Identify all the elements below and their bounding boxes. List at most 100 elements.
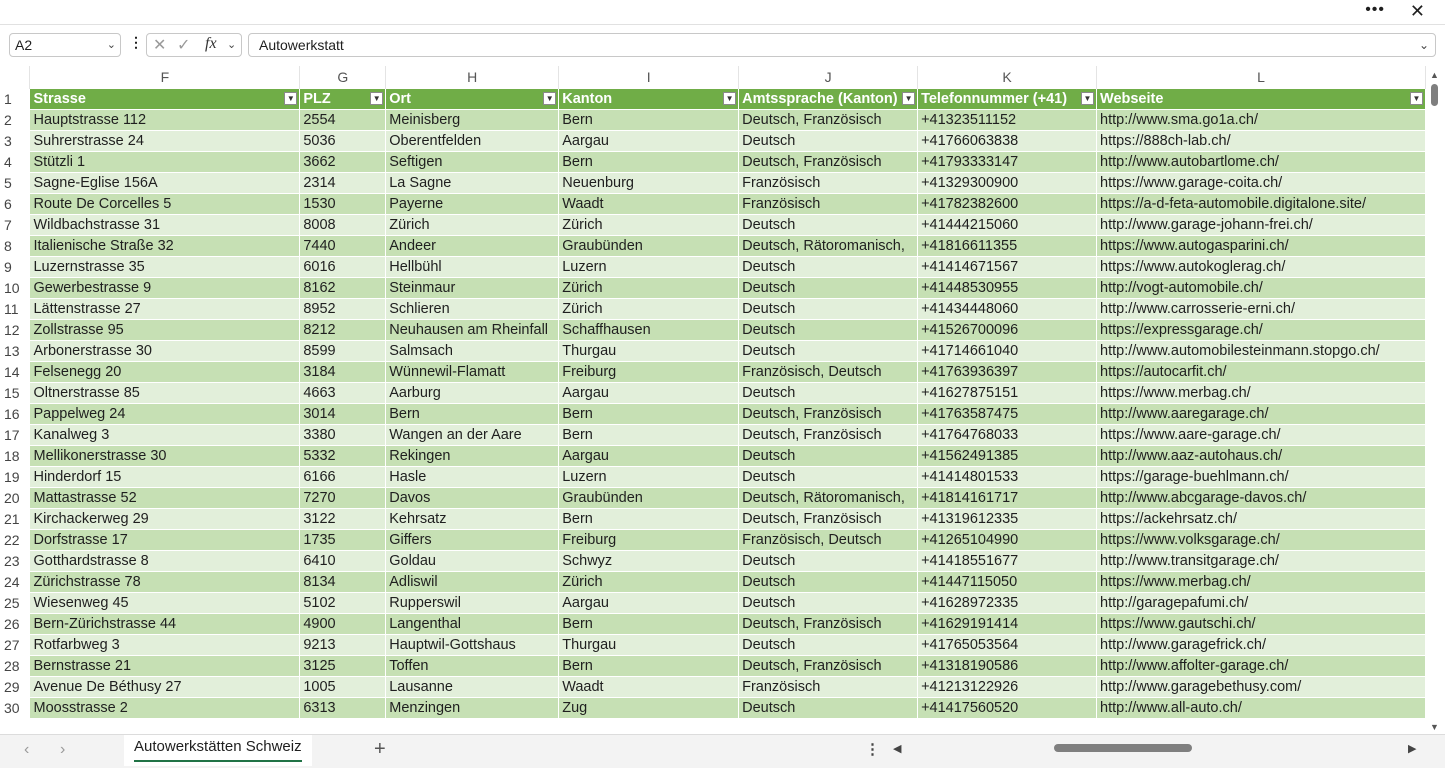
row-header[interactable]: 8: [0, 235, 30, 256]
table-cell[interactable]: Deutsch: [738, 255, 919, 278]
table-cell[interactable]: Deutsch: [738, 381, 919, 404]
scroll-right-icon[interactable]: ▶: [1408, 742, 1416, 755]
table-cell[interactable]: Salmsach: [385, 339, 560, 362]
table-cell[interactable]: Gotthardstrasse 8: [29, 549, 301, 572]
row-header[interactable]: 22: [0, 529, 30, 550]
table-cell[interactable]: 3014: [299, 402, 387, 425]
row-header[interactable]: 4: [0, 151, 30, 172]
table-cell[interactable]: Wangen an der Aare: [385, 423, 560, 446]
table-cell[interactable]: 2554: [299, 108, 387, 131]
table-cell[interactable]: +41319612335: [917, 507, 1098, 530]
more-options-icon[interactable]: •••: [1365, 0, 1385, 20]
table-cell[interactable]: https://www.autokoglerag.ch/: [1096, 255, 1426, 278]
table-cell[interactable]: Zürich: [385, 213, 560, 236]
table-cell[interactable]: +41213122926: [917, 675, 1098, 698]
column-header-j[interactable]: J: [738, 66, 919, 88]
table-cell[interactable]: http://garagepafumi.ch/: [1096, 591, 1426, 614]
row-header[interactable]: 24: [0, 571, 30, 592]
table-cell[interactable]: Deutsch: [738, 129, 919, 152]
table-cell[interactable]: Thurgau: [558, 339, 740, 362]
table-cell[interactable]: Deutsch, Rätoromanisch,: [738, 234, 919, 257]
table-cell[interactable]: Meinisberg: [385, 108, 560, 131]
row-header[interactable]: 3: [0, 130, 30, 151]
table-cell[interactable]: Aargau: [558, 444, 740, 467]
filter-dropdown-icon[interactable]: ▼: [284, 91, 298, 105]
table-cell[interactable]: 6410: [299, 549, 387, 572]
row-header[interactable]: 2: [0, 109, 30, 130]
table-cell[interactable]: Mellikonerstrasse 30: [29, 444, 301, 467]
header-cell[interactable]: Ort ▼: [385, 87, 560, 110]
table-cell[interactable]: Deutsch: [738, 297, 919, 320]
table-cell[interactable]: Steinmaur: [385, 276, 560, 299]
table-cell[interactable]: 5102: [299, 591, 387, 614]
row-header[interactable]: 25: [0, 592, 30, 613]
table-cell[interactable]: Bern: [558, 150, 740, 173]
table-cell[interactable]: Zug: [558, 696, 740, 719]
table-cell[interactable]: Kanalweg 3: [29, 423, 301, 446]
table-cell[interactable]: http://www.automobilesteinmann.stopgo.ch…: [1096, 339, 1426, 362]
cancel-icon[interactable]: ✕: [153, 35, 166, 55]
table-cell[interactable]: Bern: [385, 402, 560, 425]
table-cell[interactable]: http://vogt-automobile.ch/: [1096, 276, 1426, 299]
table-cell[interactable]: +41628972335: [917, 591, 1098, 614]
row-header[interactable]: 10: [0, 277, 30, 298]
table-cell[interactable]: Bern: [558, 612, 740, 635]
table-cell[interactable]: 4900: [299, 612, 387, 635]
table-cell[interactable]: Rupperswil: [385, 591, 560, 614]
table-cell[interactable]: +41816611355: [917, 234, 1098, 257]
row-header[interactable]: 11: [0, 298, 30, 319]
table-cell[interactable]: Aarburg: [385, 381, 560, 404]
table-cell[interactable]: Moosstrasse 2: [29, 696, 301, 719]
table-cell[interactable]: Lättenstrasse 27: [29, 297, 301, 320]
sheet-tab-active[interactable]: Autowerkstätten Schweiz: [124, 735, 312, 766]
table-cell[interactable]: https://888ch-lab.ch/: [1096, 129, 1426, 152]
vertical-dots-icon[interactable]: ⋮: [129, 34, 143, 51]
row-header[interactable]: 15: [0, 382, 30, 403]
scroll-left-icon[interactable]: ◀: [893, 742, 901, 755]
table-cell[interactable]: Deutsch, Französisch: [738, 507, 919, 530]
table-cell[interactable]: Goldau: [385, 549, 560, 572]
table-cell[interactable]: Menzingen: [385, 696, 560, 719]
filter-dropdown-icon[interactable]: ▼: [1410, 91, 1423, 105]
table-cell[interactable]: 8599: [299, 339, 387, 362]
table-cell[interactable]: https://www.gautschi.ch/: [1096, 612, 1426, 635]
table-cell[interactable]: Stützli 1: [29, 150, 301, 173]
table-cell[interactable]: 6016: [299, 255, 387, 278]
row-header[interactable]: 27: [0, 634, 30, 655]
row-header[interactable]: 29: [0, 676, 30, 697]
table-cell[interactable]: Andeer: [385, 234, 560, 257]
table-cell[interactable]: Freiburg: [558, 528, 740, 551]
table-cell[interactable]: Waadt: [558, 192, 740, 215]
table-cell[interactable]: https://www.merbag.ch/: [1096, 381, 1426, 404]
table-cell[interactable]: Thurgau: [558, 633, 740, 656]
table-cell[interactable]: +41629191414: [917, 612, 1098, 635]
table-cell[interactable]: Deutsch, Französisch: [738, 108, 919, 131]
table-cell[interactable]: 5036: [299, 129, 387, 152]
table-cell[interactable]: Gewerbestrasse 9: [29, 276, 301, 299]
table-cell[interactable]: 1530: [299, 192, 387, 215]
header-cell[interactable]: Webseite ▼: [1096, 87, 1426, 110]
table-cell[interactable]: Lausanne: [385, 675, 560, 698]
header-cell[interactable]: Strasse ▼: [29, 87, 301, 110]
column-header-l[interactable]: L: [1096, 66, 1426, 88]
table-cell[interactable]: 1005: [299, 675, 387, 698]
table-cell[interactable]: Zürich: [558, 570, 740, 593]
horizontal-scroll-thumb[interactable]: [1054, 744, 1192, 752]
table-cell[interactable]: http://www.aaz-autohaus.ch/: [1096, 444, 1426, 467]
table-cell[interactable]: Zürichstrasse 78: [29, 570, 301, 593]
table-cell[interactable]: 3662: [299, 150, 387, 173]
table-cell[interactable]: Zürich: [558, 297, 740, 320]
table-cell[interactable]: Deutsch: [738, 633, 919, 656]
table-cell[interactable]: Wiesenweg 45: [29, 591, 301, 614]
formula-input[interactable]: Autowerkstatt ⌄: [248, 33, 1436, 57]
table-cell[interactable]: +41448530955: [917, 276, 1098, 299]
row-header[interactable]: 6: [0, 193, 30, 214]
table-cell[interactable]: 8952: [299, 297, 387, 320]
table-cell[interactable]: Toffen: [385, 654, 560, 677]
table-cell[interactable]: Französisch, Deutsch: [738, 528, 919, 551]
table-cell[interactable]: +41765053564: [917, 633, 1098, 656]
table-cell[interactable]: 3122: [299, 507, 387, 530]
name-box[interactable]: A2 ⌄: [9, 33, 121, 57]
table-cell[interactable]: Dorfstrasse 17: [29, 528, 301, 551]
table-cell[interactable]: +41265104990: [917, 528, 1098, 551]
